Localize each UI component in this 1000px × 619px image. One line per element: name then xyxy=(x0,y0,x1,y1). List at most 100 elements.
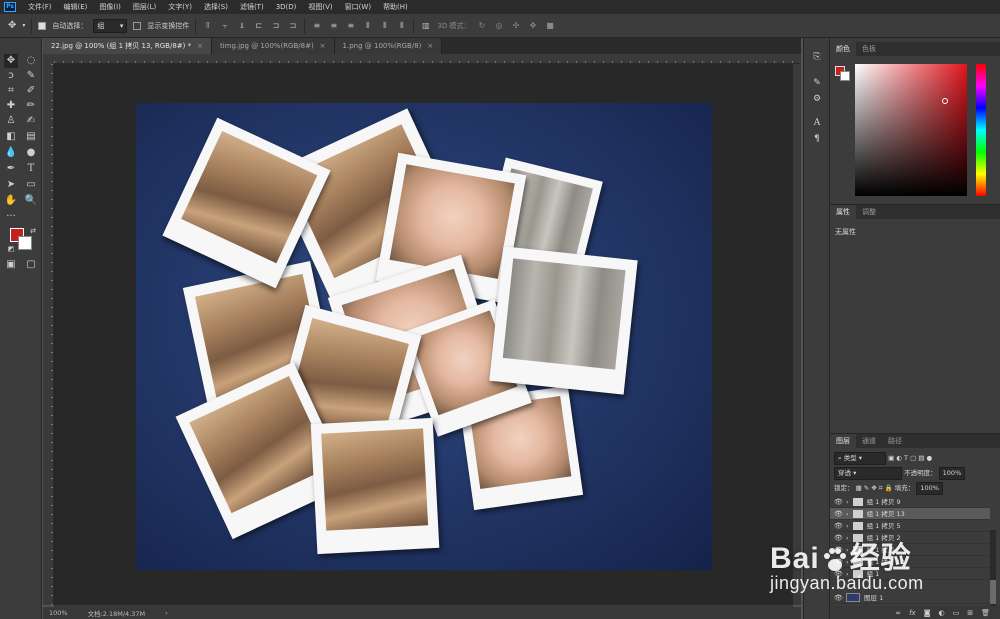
default-colors-icon[interactable]: ◩ xyxy=(4,242,18,256)
close-icon[interactable]: × xyxy=(197,38,203,54)
zoom-level[interactable]: 100% xyxy=(49,609,68,617)
menu-layer[interactable]: 图层(L) xyxy=(127,0,162,14)
scrollbar-thumb[interactable] xyxy=(990,580,996,604)
tab-timg-jpg[interactable]: timg.jpg @ 100%(RGB/8#) × xyxy=(211,38,335,54)
history-brush-tool-icon[interactable]: ✍ xyxy=(24,114,38,128)
fill-input[interactable]: 100% xyxy=(916,482,943,495)
tab-1-png[interactable]: 1.png @ 100%(RGB/8) × xyxy=(334,38,443,54)
close-icon[interactable]: × xyxy=(320,38,326,54)
tab-swatches[interactable]: 色板 xyxy=(856,42,882,56)
vertical-ruler[interactable] xyxy=(43,64,54,605)
lock-all-icon[interactable]: 🔒 xyxy=(885,484,895,492)
clone-stamp-tool-icon[interactable]: ♙ xyxy=(4,114,18,128)
pen-tool-icon[interactable]: ✒ xyxy=(4,162,18,176)
menu-help[interactable]: 帮助(H) xyxy=(377,0,414,14)
distribute-left-icon[interactable]: ⦀ xyxy=(362,21,373,31)
canvas-workspace[interactable] xyxy=(54,64,793,605)
blur-tool-icon[interactable]: 💧 xyxy=(4,146,18,160)
lock-position-icon[interactable]: ✥ xyxy=(871,484,879,492)
3d-roll-icon[interactable]: ◎ xyxy=(493,21,504,31)
lock-transparency-icon[interactable]: ▦ xyxy=(856,484,864,492)
quick-mask-icon[interactable]: ▣ xyxy=(4,258,18,272)
tab-properties[interactable]: 属性 xyxy=(830,205,856,219)
fx-icon[interactable]: fx xyxy=(909,609,916,617)
eye-icon[interactable]: 👁 xyxy=(834,520,843,532)
layer-row[interactable]: 👁 › 组 1 拷贝 5 xyxy=(830,520,990,532)
move-tool-icon[interactable]: ✥ xyxy=(4,54,18,68)
zoom-tool-icon[interactable]: 🔍 xyxy=(24,194,38,208)
layer-row[interactable]: 👁 › 组 1 拷贝 13 xyxy=(830,508,990,520)
type-tool-icon[interactable]: T xyxy=(24,162,38,176)
auto-align-icon[interactable]: ▥ xyxy=(420,21,431,31)
menu-window[interactable]: 窗口(W) xyxy=(339,0,377,14)
align-left-icon[interactable]: ⊏ xyxy=(253,21,264,31)
menu-edit[interactable]: 编辑(E) xyxy=(58,0,94,14)
new-layer-icon[interactable]: ⊞ xyxy=(967,609,973,617)
color-picker-cursor[interactable] xyxy=(942,98,948,104)
align-top-icon[interactable]: ⫪ xyxy=(202,21,213,31)
menu-type[interactable]: 文字(Y) xyxy=(162,0,198,14)
align-vcenter-icon[interactable]: ⫟ xyxy=(219,21,230,31)
vertical-scrollbar[interactable] xyxy=(793,64,801,605)
layer-row[interactable]: 👁 › 组 1 拷贝 9 xyxy=(830,496,990,508)
adjustments-panel-icon[interactable]: ⚙ xyxy=(810,92,824,106)
auto-select-dropdown[interactable]: 组 ▾ xyxy=(93,18,128,33)
healing-brush-tool-icon[interactable]: ✚ xyxy=(4,99,18,113)
align-hcenter-icon[interactable]: ⊐ xyxy=(270,21,281,31)
tab-color[interactable]: 颜色 xyxy=(830,42,856,56)
lasso-tool-icon[interactable]: ↄ xyxy=(4,69,18,83)
menu-image[interactable]: 图像(I) xyxy=(93,0,127,14)
menu-select[interactable]: 选择(S) xyxy=(198,0,234,14)
document-canvas[interactable] xyxy=(136,103,712,570)
menu-3d[interactable]: 3D(D) xyxy=(270,0,303,14)
chevron-right-icon[interactable]: › xyxy=(846,508,849,520)
distribute-vcenter-icon[interactable]: ≡ xyxy=(328,21,339,31)
tab-22-jpg[interactable]: 22.jpg @ 100% (组 1 拷贝 13, RGB/8#) * × xyxy=(43,38,212,54)
chevron-right-icon[interactable]: › xyxy=(165,609,168,617)
chevron-down-icon[interactable]: ▾ xyxy=(22,22,25,29)
distribute-hcenter-icon[interactable]: ⦀ xyxy=(379,21,390,31)
distribute-top-icon[interactable]: ≡ xyxy=(311,21,322,31)
filter-adjust-icon[interactable]: ◐ xyxy=(896,454,904,462)
background-color-swatch[interactable] xyxy=(18,236,32,250)
eyedropper-tool-icon[interactable]: ✐ xyxy=(24,84,38,98)
chevron-right-icon[interactable]: › xyxy=(846,496,849,508)
tab-channels[interactable]: 通道 xyxy=(856,434,882,448)
layer-filter-dropdown[interactable]: ⌕ 类型 ▾ xyxy=(834,452,886,465)
filter-toggle-icon[interactable]: ● xyxy=(927,454,933,462)
paragraph-panel-icon[interactable]: ¶ xyxy=(810,132,824,146)
history-panel-icon[interactable]: ⎘ xyxy=(810,50,824,64)
opacity-input[interactable]: 100% xyxy=(938,467,966,480)
menu-view[interactable]: 视图(V) xyxy=(302,0,338,14)
eye-icon[interactable]: 👁 xyxy=(834,508,843,520)
gradient-tool-icon[interactable]: ▤ xyxy=(24,130,38,144)
distribute-bottom-icon[interactable]: ≡ xyxy=(345,21,356,31)
auto-select-checkbox[interactable] xyxy=(38,21,47,30)
horizontal-ruler[interactable] xyxy=(54,54,801,64)
more-tools-icon[interactable]: ··· xyxy=(4,210,18,224)
close-icon[interactable]: × xyxy=(427,38,433,54)
background-color-swatch[interactable] xyxy=(840,71,850,81)
tab-adjustments[interactable]: 调整 xyxy=(856,205,882,219)
tab-layers[interactable]: 图层 xyxy=(830,434,856,448)
eye-icon[interactable]: 👁 xyxy=(834,496,843,508)
crop-tool-icon[interactable]: ⌗ xyxy=(4,84,18,98)
path-select-tool-icon[interactable]: ➤ xyxy=(4,178,18,192)
adjustment-icon[interactable]: ◐ xyxy=(939,609,945,617)
menu-filter[interactable]: 滤镜(T) xyxy=(234,0,270,14)
move-tool-icon[interactable]: ✥ xyxy=(8,20,16,31)
link-icon[interactable]: ∞ xyxy=(895,609,901,617)
menu-file[interactable]: 文件(F) xyxy=(22,0,58,14)
3d-slide-icon[interactable]: ✥ xyxy=(527,21,538,31)
3d-rotate-icon[interactable]: ↻ xyxy=(476,21,487,31)
layers-scrollbar[interactable] xyxy=(990,530,996,606)
tab-paths[interactable]: 路径 xyxy=(882,434,908,448)
color-picker-field[interactable] xyxy=(855,64,967,196)
3d-scale-icon[interactable]: ■ xyxy=(544,21,555,31)
eraser-tool-icon[interactable]: ◧ xyxy=(4,130,18,144)
brush-panel-icon[interactable]: ✎ xyxy=(810,76,824,90)
hand-tool-icon[interactable]: ✋ xyxy=(4,194,18,208)
distribute-right-icon[interactable]: ⦀ xyxy=(396,21,407,31)
hue-slider[interactable] xyxy=(976,64,986,196)
align-right-icon[interactable]: ⊐ xyxy=(287,21,298,31)
